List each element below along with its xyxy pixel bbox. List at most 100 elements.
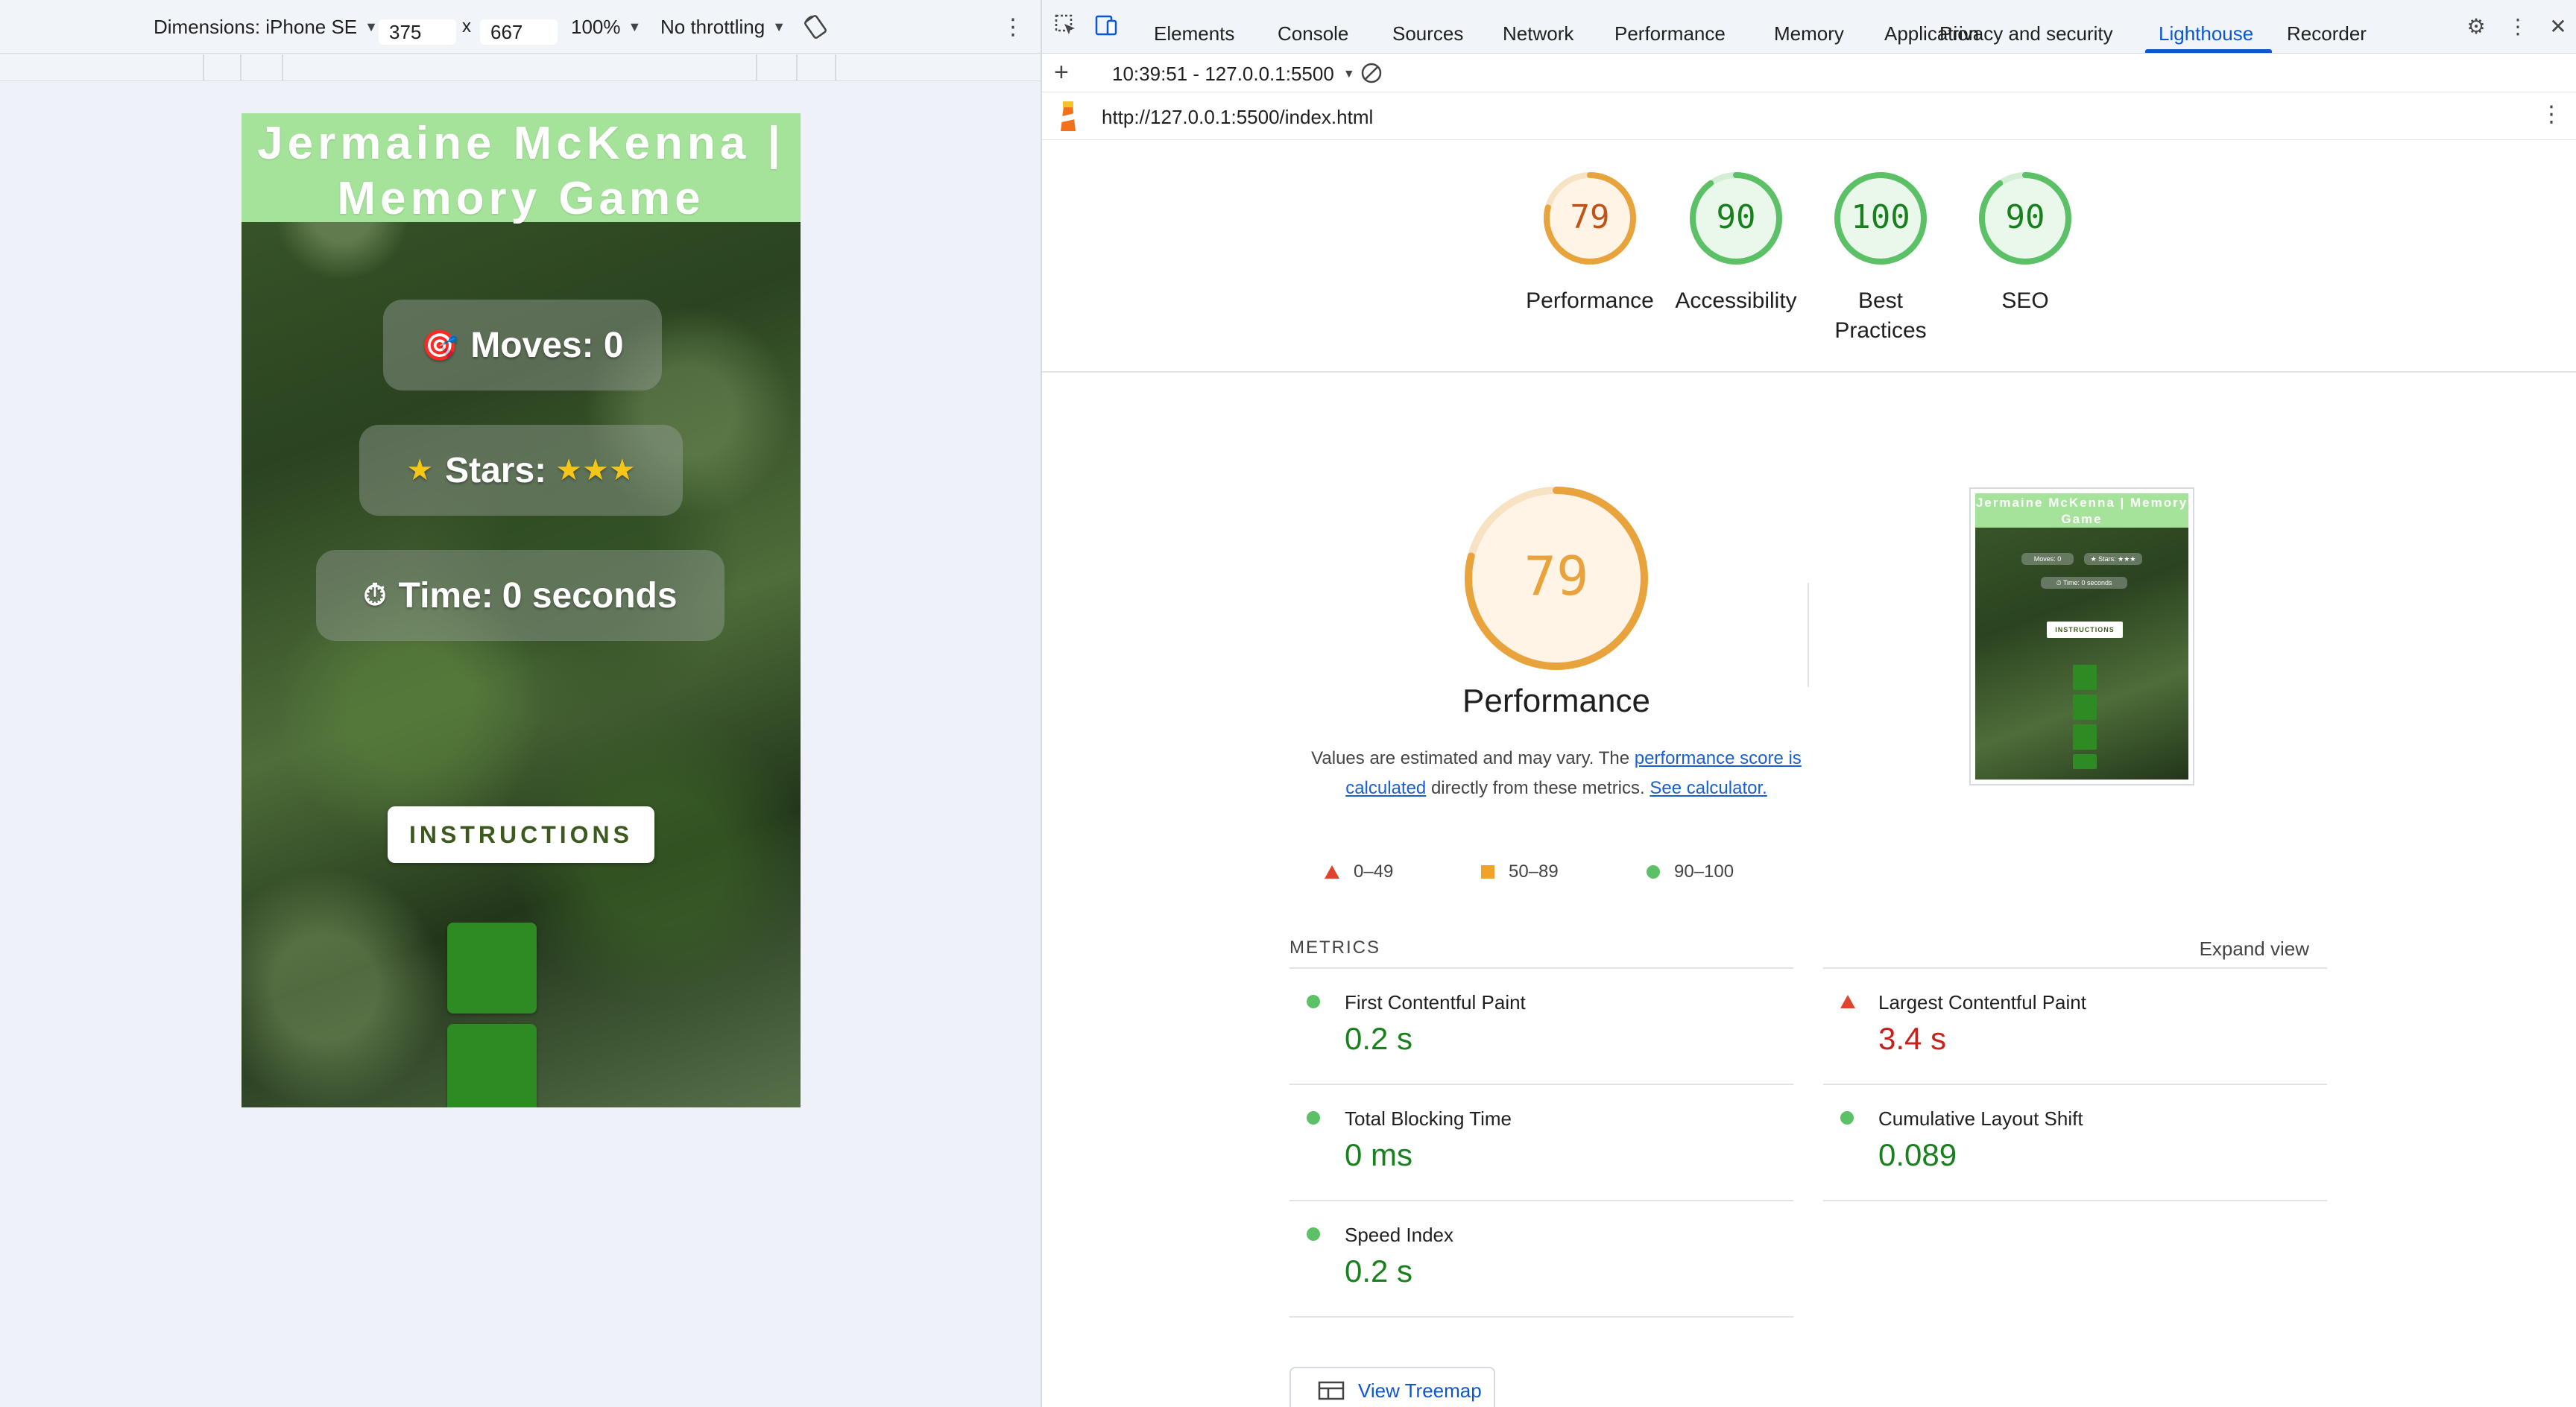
time-value: 0 seconds: [502, 575, 678, 616]
game-header: Jermaine McKenna | Memory Game: [242, 113, 801, 224]
device-width-input[interactable]: 375: [379, 19, 456, 45]
thumbnail-instructions: INSTRUCTIONS: [2047, 622, 2123, 638]
lighthouse-toolbar: + 10:39:51 - 127.0.0.1:5500 ▼: [1042, 54, 2576, 92]
tab-performance[interactable]: Performance: [1614, 0, 1726, 54]
metric-value: 0.089: [1878, 1137, 1957, 1172]
tab-elements[interactable]: Elements: [1154, 0, 1234, 54]
devtools-pane: Elements Console Sources Network Perform…: [1042, 0, 2576, 1407]
ruler-tick: [756, 54, 757, 81]
chevron-down-icon: ▼: [772, 19, 786, 34]
performance-description: Values are estimated and may vary. The p…: [1303, 744, 1810, 803]
devtools-tab-bar: Elements Console Sources Network Perform…: [1042, 0, 2576, 54]
device-toggle-icon[interactable]: [1093, 13, 1120, 40]
tab-privacy-and-security[interactable]: Privacy and security: [1939, 0, 2113, 54]
description-text: directly from these metrics.: [1426, 778, 1650, 798]
thumbnail-stars: ★ Stars: ★★★: [2084, 553, 2142, 565]
dimension-separator: x: [462, 16, 471, 37]
more-options-icon[interactable]: ⋮: [2540, 101, 2563, 127]
report-url: http://127.0.0.1:5500/index.html: [1102, 106, 1374, 128]
thumbnail-card: [2073, 665, 2097, 690]
view-treemap-label: View Treemap: [1358, 1379, 1482, 1402]
tab-network[interactable]: Network: [1503, 0, 1573, 54]
chevron-down-icon: ▼: [364, 19, 378, 34]
metric-value: 0.2 s: [1345, 1253, 1413, 1289]
thumbnail-card: [2073, 695, 2097, 720]
device-height-input[interactable]: 667: [480, 19, 558, 45]
fail-triangle-icon: [1840, 995, 1855, 1008]
final-screenshot-thumbnail[interactable]: Jermaine McKenna | Memory Game Moves: 0 …: [1969, 487, 2194, 785]
ruler-tick: [835, 54, 836, 81]
vertical-divider: [1808, 583, 1809, 687]
legend-item-fail: 0–49: [1324, 857, 1393, 887]
score-gauge-performance[interactable]: 79: [1541, 170, 1638, 267]
timer: ⏱ Time: 0 seconds: [316, 550, 724, 641]
score-value: 100: [1851, 198, 1910, 236]
inspect-element-icon[interactable]: [1052, 13, 1079, 40]
new-report-plus-icon[interactable]: +: [1054, 58, 1069, 87]
target-icon: 🎯: [421, 329, 459, 362]
lighthouse-logo-icon: [1057, 98, 1079, 138]
clear-reports-icon[interactable]: [1360, 61, 1383, 90]
score-label-line: Practices: [1834, 318, 1927, 343]
triangle-icon: [1325, 865, 1339, 879]
thumbnail-card: [2073, 724, 2097, 750]
gauge-ring: 90: [1690, 172, 1782, 265]
metric-value: 3.4 s: [1878, 1021, 1947, 1056]
legend-label: 0–49: [1354, 861, 1394, 882]
tab-recorder[interactable]: Recorder: [2287, 0, 2367, 54]
tab-sources[interactable]: Sources: [1392, 0, 1463, 54]
score-legend: 0–49 50–89 90–100: [1324, 857, 1846, 887]
active-tab-indicator: [2145, 49, 2272, 53]
device-toolbar: Dimensions: iPhone SE ▼ 375 x 667 100% ▼…: [0, 0, 1041, 54]
close-icon[interactable]: ✕: [2545, 13, 2572, 40]
square-icon: [1481, 865, 1494, 879]
chevron-down-icon: ▼: [1342, 67, 1355, 80]
gauge-ring: 100: [1834, 172, 1927, 265]
media-query-ruler: [0, 54, 1041, 81]
performance-title: Performance: [1462, 683, 1650, 719]
ruler-tick: [796, 54, 798, 81]
report-selector-dropdown[interactable]: 10:39:51 - 127.0.0.1:5500 ▼: [1112, 63, 1355, 86]
metric-name: Cumulative Layout Shift: [1878, 1107, 2083, 1130]
metric-speed-index: Speed Index 0.2 s: [1289, 1200, 1793, 1316]
divider: [1042, 371, 2576, 373]
score-gauge-seo[interactable]: 90: [1977, 170, 2074, 267]
thumbnail-moves: Moves: 0: [2021, 553, 2074, 565]
moves-counter: 🎯 Moves: 0: [383, 300, 662, 391]
legend-label: 50–89: [1509, 861, 1559, 882]
throttling-dropdown[interactable]: No throttling ▼: [660, 0, 786, 54]
tab-console[interactable]: Console: [1278, 0, 1348, 54]
more-options-icon[interactable]: ⋮: [1002, 0, 1024, 54]
pass-circle-icon: [1840, 1111, 1854, 1125]
see-calculator-link[interactable]: See calculator.: [1650, 778, 1767, 798]
score-value: 90: [1717, 198, 1756, 236]
settings-gear-icon[interactable]: ⚙: [2463, 13, 2490, 40]
view-treemap-button[interactable]: View Treemap: [1289, 1367, 1495, 1407]
device-dimensions-dropdown[interactable]: Dimensions: iPhone SE ▼: [154, 0, 378, 54]
lighthouse-report: 79 Performance 90 Accessibility 100 Best…: [1042, 142, 2576, 1407]
game-title: Jermaine McKenna | Memory Game: [257, 118, 785, 224]
time-label: Time:: [398, 575, 493, 616]
pass-circle-icon: [1307, 995, 1320, 1008]
legend-item-pass: 90–100: [1646, 857, 1734, 887]
metric-value: 0 ms: [1345, 1137, 1413, 1172]
score-gauge-accessibility[interactable]: 90: [1688, 170, 1784, 267]
score-gauge-best-practices[interactable]: 100: [1832, 170, 1929, 267]
zoom-dropdown[interactable]: 100% ▼: [571, 0, 641, 54]
thumbnail-time: ⏱ Time: 0 seconds: [2041, 577, 2127, 589]
expand-view-toggle[interactable]: Expand view: [2200, 938, 2309, 961]
tab-lighthouse[interactable]: Lighthouse: [2159, 0, 2253, 54]
memory-card[interactable]: [447, 923, 537, 1014]
tab-memory[interactable]: Memory: [1774, 0, 1844, 54]
rotate-icon[interactable]: [802, 0, 829, 54]
instructions-button[interactable]: INSTRUCTIONS: [388, 806, 654, 863]
moves-label: Moves: 0: [470, 325, 624, 365]
metric-first-contentful-paint: First Contentful Paint 0.2 s: [1289, 967, 1793, 1084]
ruler-tick: [282, 54, 283, 81]
thumbnail-card: [2073, 754, 2097, 769]
memory-card[interactable]: [447, 1024, 537, 1107]
stars-label: Stars:: [445, 450, 547, 490]
performance-gauge-large: 79: [1445, 467, 1668, 690]
more-options-icon[interactable]: ⋮: [2504, 13, 2531, 40]
score-value: 79: [1570, 198, 1610, 236]
